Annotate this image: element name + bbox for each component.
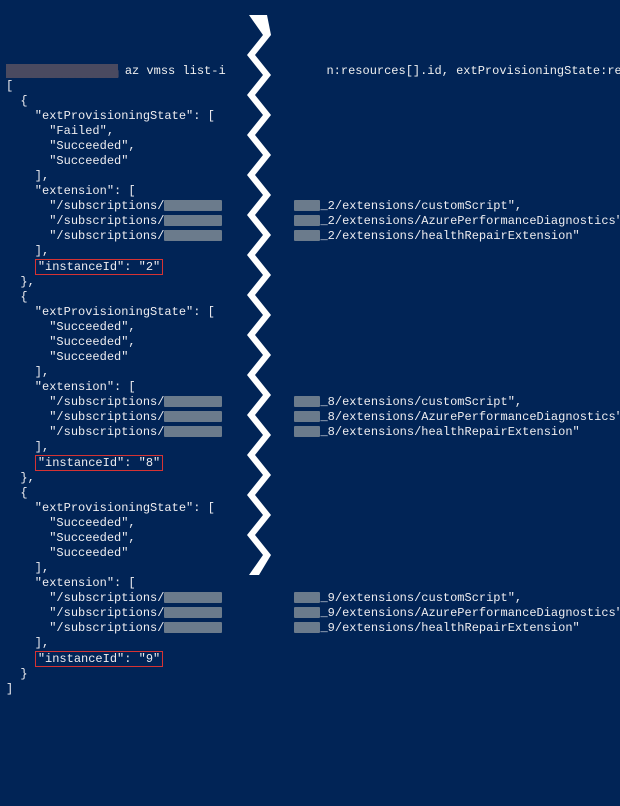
sub-prefix: /subscriptions/ <box>56 410 164 424</box>
provstate-2-2: Succeeded <box>56 546 121 560</box>
sub-prefix: /subscriptions/ <box>56 395 164 409</box>
redacted-text <box>294 426 320 437</box>
redacted-text <box>294 607 320 618</box>
redacted-text <box>164 622 222 633</box>
ext-path: /extensions/ <box>335 214 421 228</box>
suffix-2: _9 <box>320 621 334 635</box>
suffix-0: _2 <box>320 229 334 243</box>
suffix-1: _8 <box>320 395 334 409</box>
provstate-2-1: Succeeded <box>56 531 121 545</box>
ext-0-2: healthRepairExtension <box>421 229 572 243</box>
ext-1-1: AzurePerformanceDiagnostics <box>421 410 615 424</box>
key-extprovstate-1: extProvisioningState <box>42 305 186 319</box>
redacted-text <box>164 607 222 618</box>
provstate-0-0: Failed <box>56 124 99 138</box>
provstate-1-2: Succeeded <box>56 350 121 364</box>
provstate-0-2: Succeeded <box>56 154 121 168</box>
redacted-text <box>164 396 222 407</box>
redacted-text <box>164 215 222 226</box>
suffix-0: _2 <box>320 214 334 228</box>
redacted-text <box>294 622 320 633</box>
redacted-text <box>294 592 320 603</box>
key-instanceid-2: instanceId <box>45 652 117 666</box>
ext-path: /extensions/ <box>335 621 421 635</box>
redacted-text <box>294 215 320 226</box>
command-left: az vmss list-i <box>125 64 226 78</box>
sub-prefix: /subscriptions/ <box>56 199 164 213</box>
instanceid-2: 9 <box>146 652 153 666</box>
redacted-text <box>164 230 222 241</box>
redacted-text <box>294 230 320 241</box>
key-extprovstate-0: extProvisioningState <box>42 109 186 123</box>
prompt-redacted: ██ █▄██████▄██▄██▄ <box>6 64 118 78</box>
ext-path: /extensions/ <box>335 410 421 424</box>
provstate-1-1: Succeeded <box>56 335 121 349</box>
key-extension-2: extension <box>42 576 107 590</box>
ext-1-2: healthRepairExtension <box>421 425 572 439</box>
command-right: n:resources[].id, extProvisioningState:r… <box>326 64 620 78</box>
ext-0-0: customScript <box>421 199 507 213</box>
ext-2-0: customScript <box>421 591 507 605</box>
instanceid-highlight-1: "instanceId": "8" <box>35 455 163 471</box>
suffix-2: _9 <box>320 606 334 620</box>
ext-0-1: AzurePerformanceDiagnostics <box>421 214 615 228</box>
redacted-text <box>164 200 222 211</box>
ext-path: /extensions/ <box>335 199 421 213</box>
ext-path: /extensions/ <box>335 606 421 620</box>
sub-prefix: /subscriptions/ <box>56 606 164 620</box>
suffix-0: _2 <box>320 199 334 213</box>
sub-prefix: /subscriptions/ <box>56 425 164 439</box>
sub-prefix: /subscriptions/ <box>56 214 164 228</box>
suffix-1: _8 <box>320 410 334 424</box>
instanceid-1: 8 <box>146 456 153 470</box>
suffix-2: _9 <box>320 591 334 605</box>
ext-path: /extensions/ <box>335 395 421 409</box>
redacted-text <box>164 426 222 437</box>
suffix-1: _8 <box>320 425 334 439</box>
redacted-text <box>294 396 320 407</box>
ext-path: /extensions/ <box>335 591 421 605</box>
ext-path: /extensions/ <box>335 229 421 243</box>
redacted-text <box>164 411 222 422</box>
instanceid-highlight-2: "instanceId": "9" <box>35 651 163 667</box>
sub-prefix: /subscriptions/ <box>56 621 164 635</box>
instanceid-highlight-0: "instanceId": "2" <box>35 259 163 275</box>
redacted-text <box>294 200 320 211</box>
key-extprovstate-2: extProvisioningState <box>42 501 186 515</box>
sub-prefix: /subscriptions/ <box>56 229 164 243</box>
ext-2-1: AzurePerformanceDiagnostics <box>421 606 615 620</box>
key-instanceid-1: instanceId <box>45 456 117 470</box>
provstate-0-1: Succeeded <box>56 139 121 153</box>
redacted-text <box>294 411 320 422</box>
key-extension-1: extension <box>42 380 107 394</box>
sub-prefix: /subscriptions/ <box>56 591 164 605</box>
redacted-text <box>164 592 222 603</box>
terminal-output: ██ █▄██████▄██▄██▄ az vmss list-i n:reso… <box>0 60 620 701</box>
key-extension-0: extension <box>42 184 107 198</box>
provstate-1-0: Succeeded <box>56 320 121 334</box>
instanceid-0: 2 <box>146 260 153 274</box>
ext-1-0: customScript <box>421 395 507 409</box>
key-instanceid-0: instanceId <box>45 260 117 274</box>
ext-2-2: healthRepairExtension <box>421 621 572 635</box>
provstate-2-0: Succeeded <box>56 516 121 530</box>
ext-path: /extensions/ <box>335 425 421 439</box>
